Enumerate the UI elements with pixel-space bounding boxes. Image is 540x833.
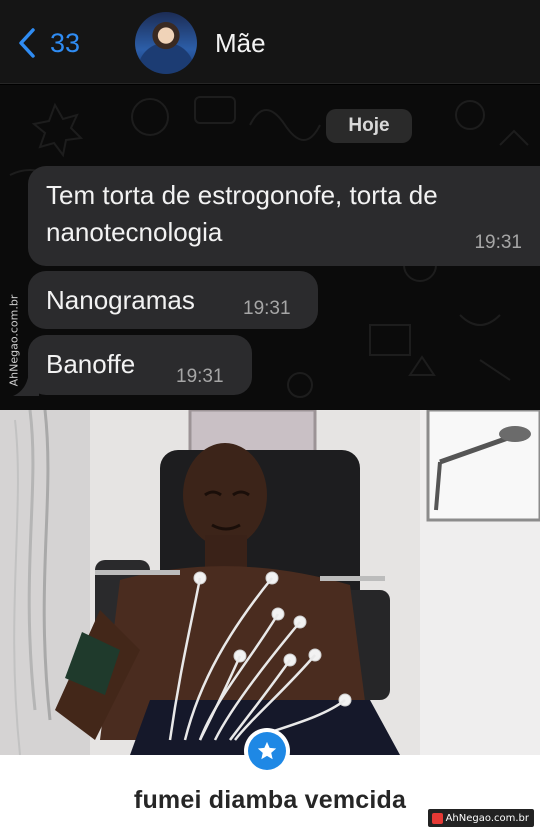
side-watermark-text: AhNegao.com.br: [7, 294, 21, 386]
message-text: Tem torta de estrogonofe, torta de nanot…: [46, 180, 438, 247]
contact-name[interactable]: Mãe: [215, 28, 266, 59]
chevron-left-icon: [19, 28, 35, 58]
message-time: 19:31: [243, 298, 291, 319]
contact-avatar[interactable]: [135, 12, 197, 74]
meme-photo: [0, 410, 540, 755]
badge-circle: [248, 732, 286, 770]
corner-watermark: AhNegao.com.br: [427, 809, 534, 827]
back-button[interactable]: 33: [18, 22, 80, 64]
caption-strip: fumei diamba vemcida AhNegao.com.br: [0, 728, 540, 833]
message-time: 19:31: [176, 366, 224, 387]
message-time: 19:31: [474, 232, 522, 253]
unread-count: 33: [50, 27, 81, 58]
message-text: Banoffe: [46, 349, 136, 379]
date-separator: Hoje: [326, 109, 412, 143]
message-text: Nanogramas: [46, 285, 195, 315]
corner-watermark-text: AhNegao.com.br: [445, 812, 529, 824]
watermark-logo-icon: [431, 812, 443, 824]
side-watermark: AhNegao.com.br: [4, 280, 24, 400]
chat-header: 33 Mãe: [0, 0, 540, 84]
chat-area: Hoje Tem torta de estrogonofe, torta de …: [0, 85, 540, 410]
verified-badge: [244, 728, 290, 774]
message-bubble[interactable]: Nanogramas 19:31: [28, 271, 318, 329]
message-bubble[interactable]: Banoffe 19:31: [28, 335, 252, 395]
message-bubble[interactable]: Tem torta de estrogonofe, torta de nanot…: [28, 166, 540, 266]
star-icon: [257, 741, 277, 760]
